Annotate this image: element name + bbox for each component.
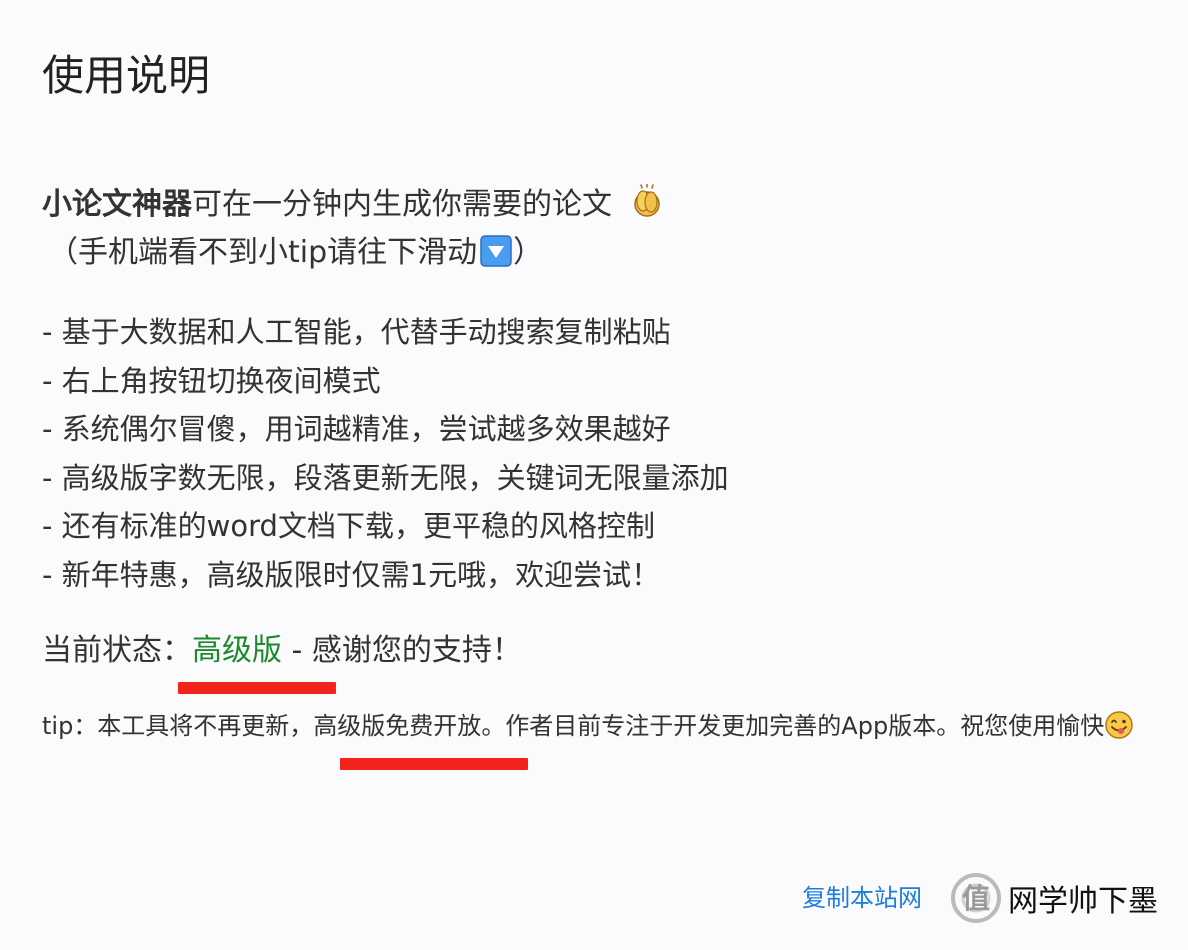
watermark-text: 网学帅下墨 bbox=[1008, 884, 1158, 919]
status-line: 当前状态：高级版 - 感谢您的支持！ bbox=[42, 630, 522, 672]
down-arrow-icon bbox=[480, 235, 512, 267]
feature-item: - 系统偶尔冒傻，用词越精准，尝试越多效果越好 bbox=[42, 412, 671, 447]
scroll-hint-text: （手机端看不到小tip请往下滑动 bbox=[48, 235, 478, 270]
scroll-hint: （手机端看不到小tip请往下滑动 ） bbox=[48, 232, 543, 274]
intro-text: 可在一分钟内生成你需要的论文 bbox=[192, 187, 612, 222]
tip-prefix: tip：本工具将不再更新， bbox=[42, 712, 314, 740]
tip-suffix: 。作者目前专注于开发更加完善的App版本。祝您使用愉快 bbox=[481, 712, 1105, 740]
red-underline-status bbox=[178, 682, 336, 694]
scroll-hint-close: ） bbox=[513, 235, 544, 270]
feature-item: - 还有标准的word文档下载，更平稳的风格控制 bbox=[42, 509, 655, 544]
svg-text:值: 值 bbox=[962, 883, 990, 914]
status-label: 当前状态： bbox=[42, 633, 192, 668]
feature-item: - 高级版字数无限，段落更新无限，关键词无限量添加 bbox=[42, 460, 729, 495]
feature-item: - 基于大数据和人工智能，代替手动搜索复制粘贴 bbox=[42, 315, 671, 349]
feature-item: - 新年特惠，高级版限时仅需1元哦，欢迎尝试！ bbox=[42, 557, 661, 592]
watermark: 值 网学帅下墨 bbox=[950, 872, 1158, 924]
feature-list: - 基于大数据和人工智能，代替手动搜索复制粘贴 - 右上角按钮切换夜间模式 - … bbox=[42, 308, 729, 600]
status-thanks: - 感谢您的支持！ bbox=[282, 633, 522, 668]
status-tier: 高级版 bbox=[192, 633, 282, 668]
watermark-logo-icon: 值 bbox=[951, 873, 1001, 923]
clapping-hands-icon bbox=[633, 184, 660, 217]
red-underline-tip bbox=[340, 758, 528, 770]
tip-text: tip：本工具将不再更新，高级版免费开放。作者目前专注于开发更加完善的App版本… bbox=[42, 706, 1152, 746]
tongue-smile-icon bbox=[1105, 711, 1133, 739]
page-title: 使用说明 bbox=[42, 51, 211, 100]
feature-item: - 右上角按钮切换夜间模式 bbox=[42, 363, 381, 398]
intro-line: 小论文神器可在一分钟内生成你需要的论文 bbox=[42, 184, 662, 226]
brand-name: 小论文神器 bbox=[42, 187, 192, 222]
tip-highlight: 高级版免费开放 bbox=[313, 712, 482, 740]
copy-site-link[interactable]: 复制本站网 bbox=[802, 880, 922, 916]
